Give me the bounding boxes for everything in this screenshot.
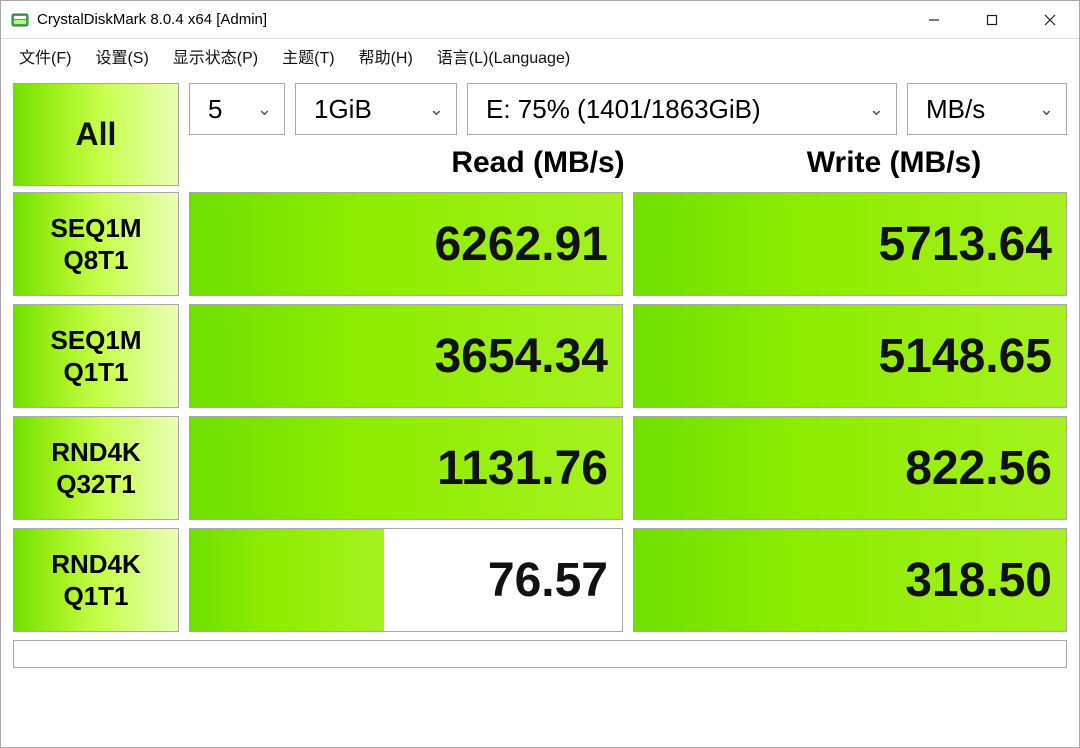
maximize-button[interactable] <box>963 1 1021 38</box>
menu-file[interactable]: 文件(F) <box>7 40 83 72</box>
test-label-line2: Q32T1 <box>56 468 136 501</box>
test-label-line2: Q1T1 <box>63 356 128 389</box>
read-value: 76.57 <box>190 529 622 631</box>
results-grid: SEQ1M Q8T1 6262.91 5713.64 SEQ1M Q1T1 <box>13 192 1067 632</box>
menubar: 文件(F) 设置(S) 显示状态(P) 主题(T) 帮助(H) 语言(L)(La… <box>1 39 1079 73</box>
read-header: Read (MB/s) <box>365 146 711 180</box>
chevron-down-icon: ⌄ <box>429 99 444 120</box>
menu-theme[interactable]: 主题(T) <box>270 40 346 72</box>
test-label-line1: RND4K <box>51 436 141 469</box>
drive-value: E: 75% (1401/1863GiB) <box>486 94 761 125</box>
unit-value: MB/s <box>926 94 985 125</box>
write-cell: 5713.64 <box>633 192 1067 296</box>
read-value: 3654.34 <box>190 305 622 407</box>
app-window: CrystalDiskMark 8.0.4 x64 [Admin] 文件(F) … <box>0 0 1080 748</box>
test-button-rnd4k-q32t1[interactable]: RND4K Q32T1 <box>13 416 179 520</box>
menu-help[interactable]: 帮助(H) <box>347 40 425 72</box>
test-button-seq1m-q1t1[interactable]: SEQ1M Q1T1 <box>13 304 179 408</box>
titlebar[interactable]: CrystalDiskMark 8.0.4 x64 [Admin] <box>1 1 1079 39</box>
menu-language[interactable]: 语言(L)(Language) <box>425 40 582 72</box>
test-label-line2: Q8T1 <box>63 244 128 277</box>
chevron-down-icon: ⌄ <box>257 99 272 120</box>
window-controls <box>905 1 1079 38</box>
test-label-line1: RND4K <box>51 548 141 581</box>
read-cell: 3654.34 <box>189 304 623 408</box>
read-value: 6262.91 <box>190 193 622 295</box>
test-button-seq1m-q8t1[interactable]: SEQ1M Q8T1 <box>13 192 179 296</box>
all-button-label: All <box>76 116 117 153</box>
write-value: 5713.64 <box>634 193 1066 295</box>
write-cell: 318.50 <box>633 528 1067 632</box>
write-value: 318.50 <box>634 529 1066 631</box>
test-count-select[interactable]: 5 ⌄ <box>189 83 285 135</box>
test-row: SEQ1M Q8T1 6262.91 5713.64 <box>13 192 1067 296</box>
read-cell: 1131.76 <box>189 416 623 520</box>
app-icon <box>11 11 29 29</box>
write-cell: 5148.65 <box>633 304 1067 408</box>
test-button-rnd4k-q1t1[interactable]: RND4K Q1T1 <box>13 528 179 632</box>
chevron-down-icon: ⌄ <box>1039 99 1054 120</box>
write-value: 5148.65 <box>634 305 1066 407</box>
test-label-line2: Q1T1 <box>63 580 128 613</box>
chevron-down-icon: ⌄ <box>869 99 884 120</box>
test-row: SEQ1M Q1T1 3654.34 5148.65 <box>13 304 1067 408</box>
content-area: All 5 ⌄ 1GiB ⌄ E: 75% (1401/1863GiB) ⌄ <box>1 73 1079 747</box>
test-row: RND4K Q1T1 76.57 318.50 <box>13 528 1067 632</box>
test-count-value: 5 <box>208 94 222 125</box>
close-button[interactable] <box>1021 1 1079 38</box>
menu-settings[interactable]: 设置(S) <box>83 40 160 72</box>
read-cell: 6262.91 <box>189 192 623 296</box>
read-cell: 76.57 <box>189 528 623 632</box>
test-size-value: 1GiB <box>314 94 372 125</box>
test-size-select[interactable]: 1GiB ⌄ <box>295 83 457 135</box>
write-value: 822.56 <box>634 417 1066 519</box>
menu-display[interactable]: 显示状态(P) <box>161 40 270 72</box>
unit-select[interactable]: MB/s ⌄ <box>907 83 1067 135</box>
drive-select[interactable]: E: 75% (1401/1863GiB) ⌄ <box>467 83 897 135</box>
all-button[interactable]: All <box>13 83 179 186</box>
test-label-line1: SEQ1M <box>50 324 141 357</box>
window-title: CrystalDiskMark 8.0.4 x64 [Admin] <box>37 11 905 28</box>
write-header: Write (MB/s) <box>721 146 1067 180</box>
write-cell: 822.56 <box>633 416 1067 520</box>
minimize-button[interactable] <box>905 1 963 38</box>
test-label-line1: SEQ1M <box>50 212 141 245</box>
read-value: 1131.76 <box>190 417 622 519</box>
test-row: RND4K Q32T1 1131.76 822.56 <box>13 416 1067 520</box>
status-bar <box>13 640 1067 668</box>
